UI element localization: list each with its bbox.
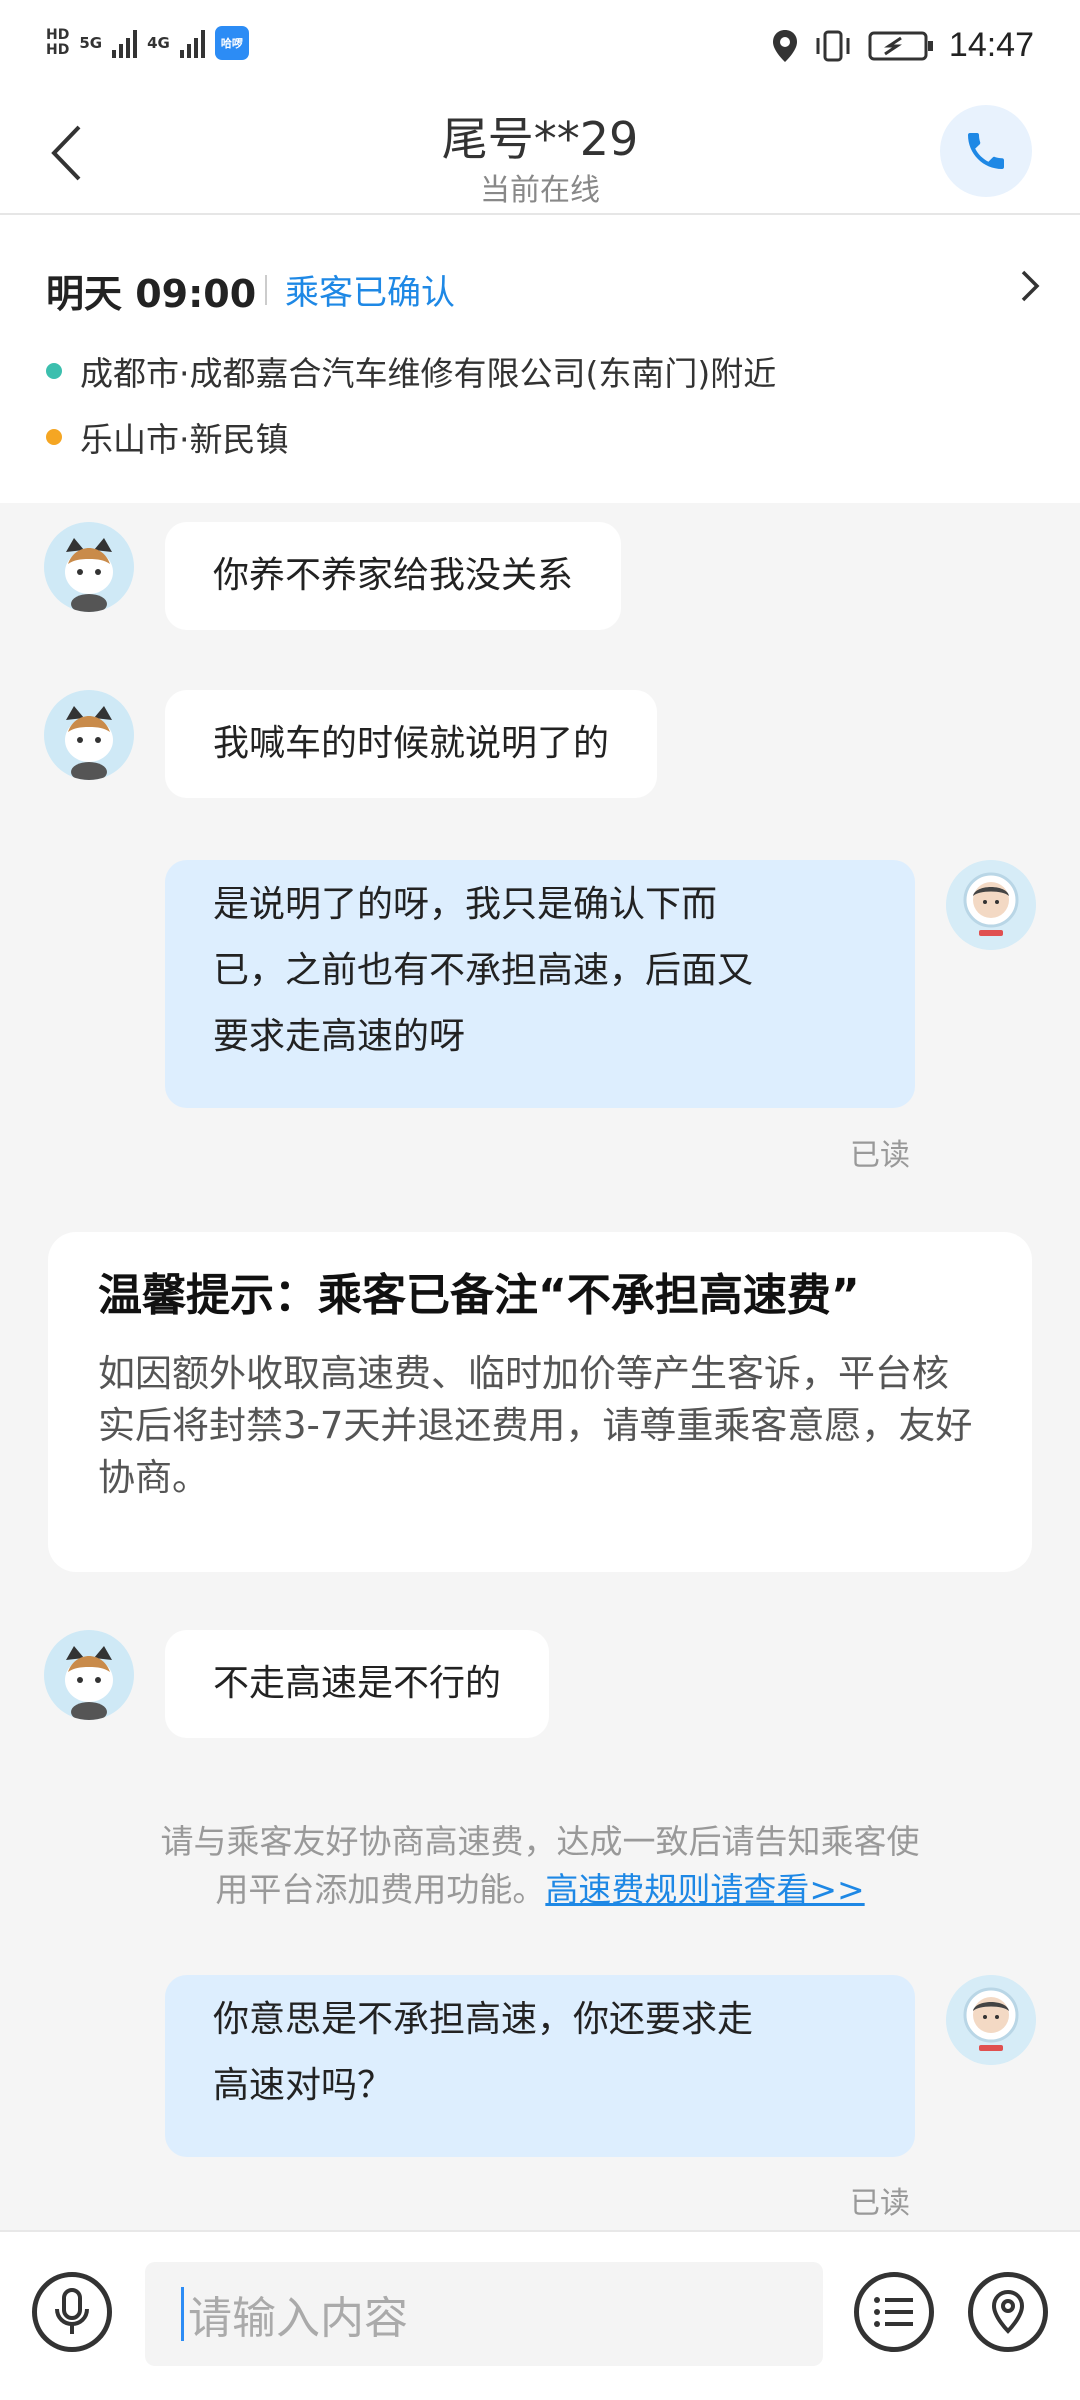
quick-reply-button[interactable] [854, 2272, 934, 2352]
warm-tip-card: 温馨提示：乘客已备注“不承担高速费” 如因额外收取高速费、临时加价等产生客诉，平… [48, 1232, 1032, 1572]
network-4g-label: 4G [147, 34, 170, 52]
message-text-line: 是说明了的呀，我只是确认下而 [213, 884, 718, 925]
passenger-avatar[interactable] [44, 690, 134, 780]
start-address-text: 成都市·成都嘉合汽车维修有限公司(东南门)附近 [80, 354, 777, 393]
end-address: 乐山市·新民镇 [46, 413, 289, 461]
hd-label-1: HD [46, 27, 70, 43]
driver-avatar[interactable] [946, 860, 1036, 950]
read-receipt: 已读 [850, 1138, 910, 1173]
input-placeholder: 请输入内容 [188, 2293, 408, 2344]
list-menu-icon [874, 2297, 913, 2327]
chevron-right-icon [1021, 270, 1040, 302]
passenger-avatar[interactable] [44, 522, 134, 612]
order-time: 明天 09:00 [46, 272, 257, 316]
driver-avatar[interactable] [946, 1975, 1036, 2065]
passenger-avatar[interactable] [44, 1630, 134, 1720]
read-receipt: 已读 [850, 2186, 910, 2221]
chat-header: 尾号**29 当前在线 [0, 95, 1080, 215]
tip-body: 如因额外收取高速费、临时加价等产生客诉，平台核实后将封禁3-7天并退还费用，请尊… [98, 1352, 973, 1499]
vibrate-icon [816, 30, 850, 61]
app-notification-icon: 哈啰 [214, 26, 249, 60]
system-note-line: 用平台添加费用功能。 [215, 1870, 546, 1909]
hd-indicator: HD HD [46, 28, 69, 58]
location-status-icon [772, 29, 797, 62]
message-text-line: 高速对吗？ [213, 2065, 394, 2106]
status-right: 14:47 [771, 26, 1034, 65]
order-status: 乘客已确认 [285, 273, 455, 313]
message-bubble: 你养不养家给我没关系 [165, 522, 622, 630]
message-bubble-outgoing: 是说明了的呀，我只是确认下而 已，之前也有不承担高速，后面又 要求走高速的呀 [165, 860, 915, 1108]
network-5g-label: 5G [79, 34, 103, 52]
start-dot-icon [46, 363, 62, 379]
page-title: 尾号**29 [441, 112, 639, 166]
status-bar: HD HD 5G 4G 哈啰 14:47 [0, 0, 1080, 95]
end-dot-icon [46, 429, 62, 445]
message-text-line: 你意思是不承担高速，你还要求走 [213, 1999, 754, 2040]
message-text: 我喊车的时候就说明了的 [213, 723, 610, 764]
status-left: HD HD 5G 4G 哈啰 [46, 26, 249, 60]
clock: 14:47 [948, 26, 1034, 64]
voice-button[interactable] [32, 2272, 112, 2352]
message-input[interactable]: 请输入内容 [145, 2262, 823, 2366]
astronaut-avatar-icon [946, 860, 1036, 950]
message-bubble: 不走高速是不行的 [165, 1630, 550, 1738]
message-text-line: 要求走高速的呀 [213, 1016, 466, 1057]
input-bar: 请输入内容 [0, 2230, 1080, 2400]
hd-label-2: HD [46, 42, 70, 58]
signal-icon-2 [179, 28, 205, 58]
phone-icon [968, 133, 1004, 169]
microphone-icon [55, 2288, 89, 2334]
call-button[interactable] [940, 105, 1032, 197]
online-status: 当前在线 [480, 173, 600, 208]
send-location-button[interactable] [968, 2272, 1048, 2352]
message-bubble-outgoing: 你意思是不承担高速，你还要求走 高速对吗？ [165, 1975, 915, 2157]
location-pin-icon [991, 2289, 1025, 2334]
end-address-text: 乐山市·新民镇 [80, 420, 289, 459]
tip-title: 温馨提示：乘客已备注“不承担高速费” [98, 1270, 860, 1321]
cat-avatar-icon [44, 522, 134, 612]
message-bubble: 我喊车的时候就说明了的 [165, 690, 658, 798]
highway-fee-rules-link[interactable]: 高速费规则请查看>> [545, 1870, 864, 1909]
message-text: 你养不养家给我没关系 [213, 555, 574, 596]
message-text-line: 已，之前也有不承担高速，后面又 [213, 950, 754, 991]
system-note-line: 请与乘客友好协商高速费，达成一致后请告知乘客使 [160, 1822, 920, 1861]
divider [265, 275, 267, 305]
signal-icon [112, 28, 138, 58]
message-text: 不走高速是不行的 [213, 1663, 502, 1704]
cat-avatar-icon [44, 690, 134, 780]
order-card[interactable]: 明天 09:00 乘客已确认 成都市·成都嘉合汽车维修有限公司(东南门)附近 乐… [0, 215, 1080, 503]
system-note: 请与乘客友好协商高速费，达成一致后请告知乘客使 用平台添加费用功能。高速费规则请… [110, 1818, 970, 1914]
astronaut-avatar-icon [946, 1975, 1036, 2065]
start-address: 成都市·成都嘉合汽车维修有限公司(东南门)附近 [46, 347, 776, 395]
cat-avatar-icon [44, 1630, 134, 1720]
battery-icon [868, 31, 933, 60]
text-caret [181, 2287, 184, 2341]
